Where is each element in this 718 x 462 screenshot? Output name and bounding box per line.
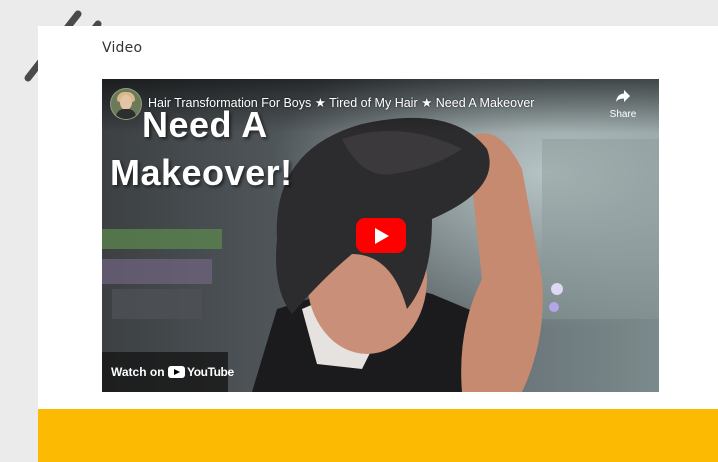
share-icon — [616, 90, 630, 102]
thumbnail-text-line-1: Need A — [142, 104, 268, 145]
play-button[interactable] — [356, 218, 406, 253]
watch-on-youtube-button[interactable]: Watch on YouTube — [102, 352, 234, 392]
accent-footer-bar — [38, 409, 718, 462]
share-button[interactable]: Share — [606, 89, 640, 120]
channel-avatar-icon[interactable] — [110, 88, 142, 120]
play-icon — [375, 228, 389, 244]
thumbnail-text-line-2: Makeover! — [110, 152, 293, 193]
watch-on-label: Watch on — [111, 365, 165, 379]
youtube-wordmark: YouTube — [187, 365, 234, 379]
share-label: Share — [609, 109, 637, 120]
youtube-embed[interactable]: Hair Transformation For Boys ★ Tired of … — [102, 79, 659, 392]
section-label: Video — [102, 40, 143, 56]
